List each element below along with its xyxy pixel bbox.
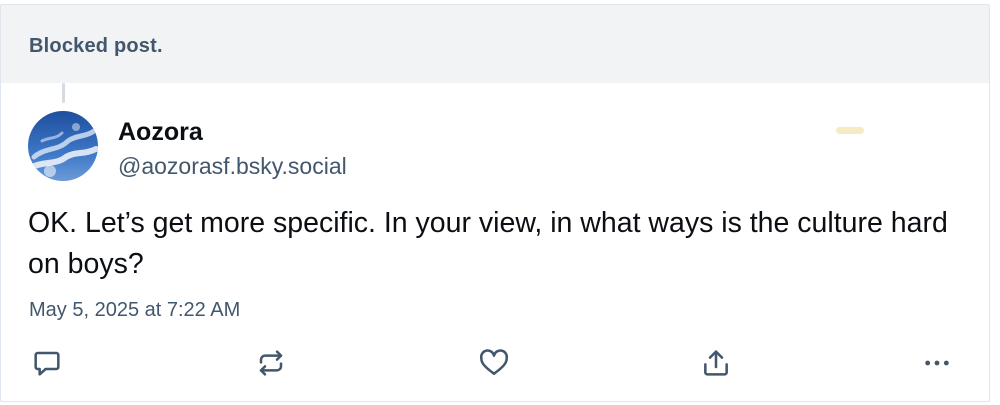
thread-connector-line: [62, 83, 65, 103]
repost-button[interactable]: [251, 341, 291, 385]
share-button[interactable]: [696, 341, 736, 385]
author-handle[interactable]: @aozorasf.bsky.social: [118, 153, 347, 180]
repost-icon: [259, 350, 283, 376]
share-icon: [704, 350, 728, 376]
more-options-button[interactable]: [917, 341, 957, 385]
blocked-post-label: Blocked post.: [29, 35, 163, 57]
blocked-post-banner[interactable]: Blocked post.: [1, 5, 989, 83]
avatar[interactable]: [28, 111, 98, 181]
post-timestamp[interactable]: May 5, 2025 at 7:22 AM: [29, 299, 240, 322]
more-options-icon: [925, 360, 949, 366]
reply-icon: [34, 351, 60, 376]
post-action-bar: [1, 341, 989, 385]
author-display-name[interactable]: Aozora: [118, 118, 203, 147]
decorative-smudge: [836, 127, 864, 134]
avatar-sky-image: [28, 111, 98, 181]
reply-button[interactable]: [27, 341, 67, 385]
post-body-text: OK. Let’s get more specific. In your vie…: [28, 207, 948, 280]
like-button[interactable]: [474, 341, 514, 385]
post-card: Blocked post. Aozora @aozorasf.bsky.soci…: [0, 4, 990, 402]
heart-icon: [479, 349, 509, 375]
